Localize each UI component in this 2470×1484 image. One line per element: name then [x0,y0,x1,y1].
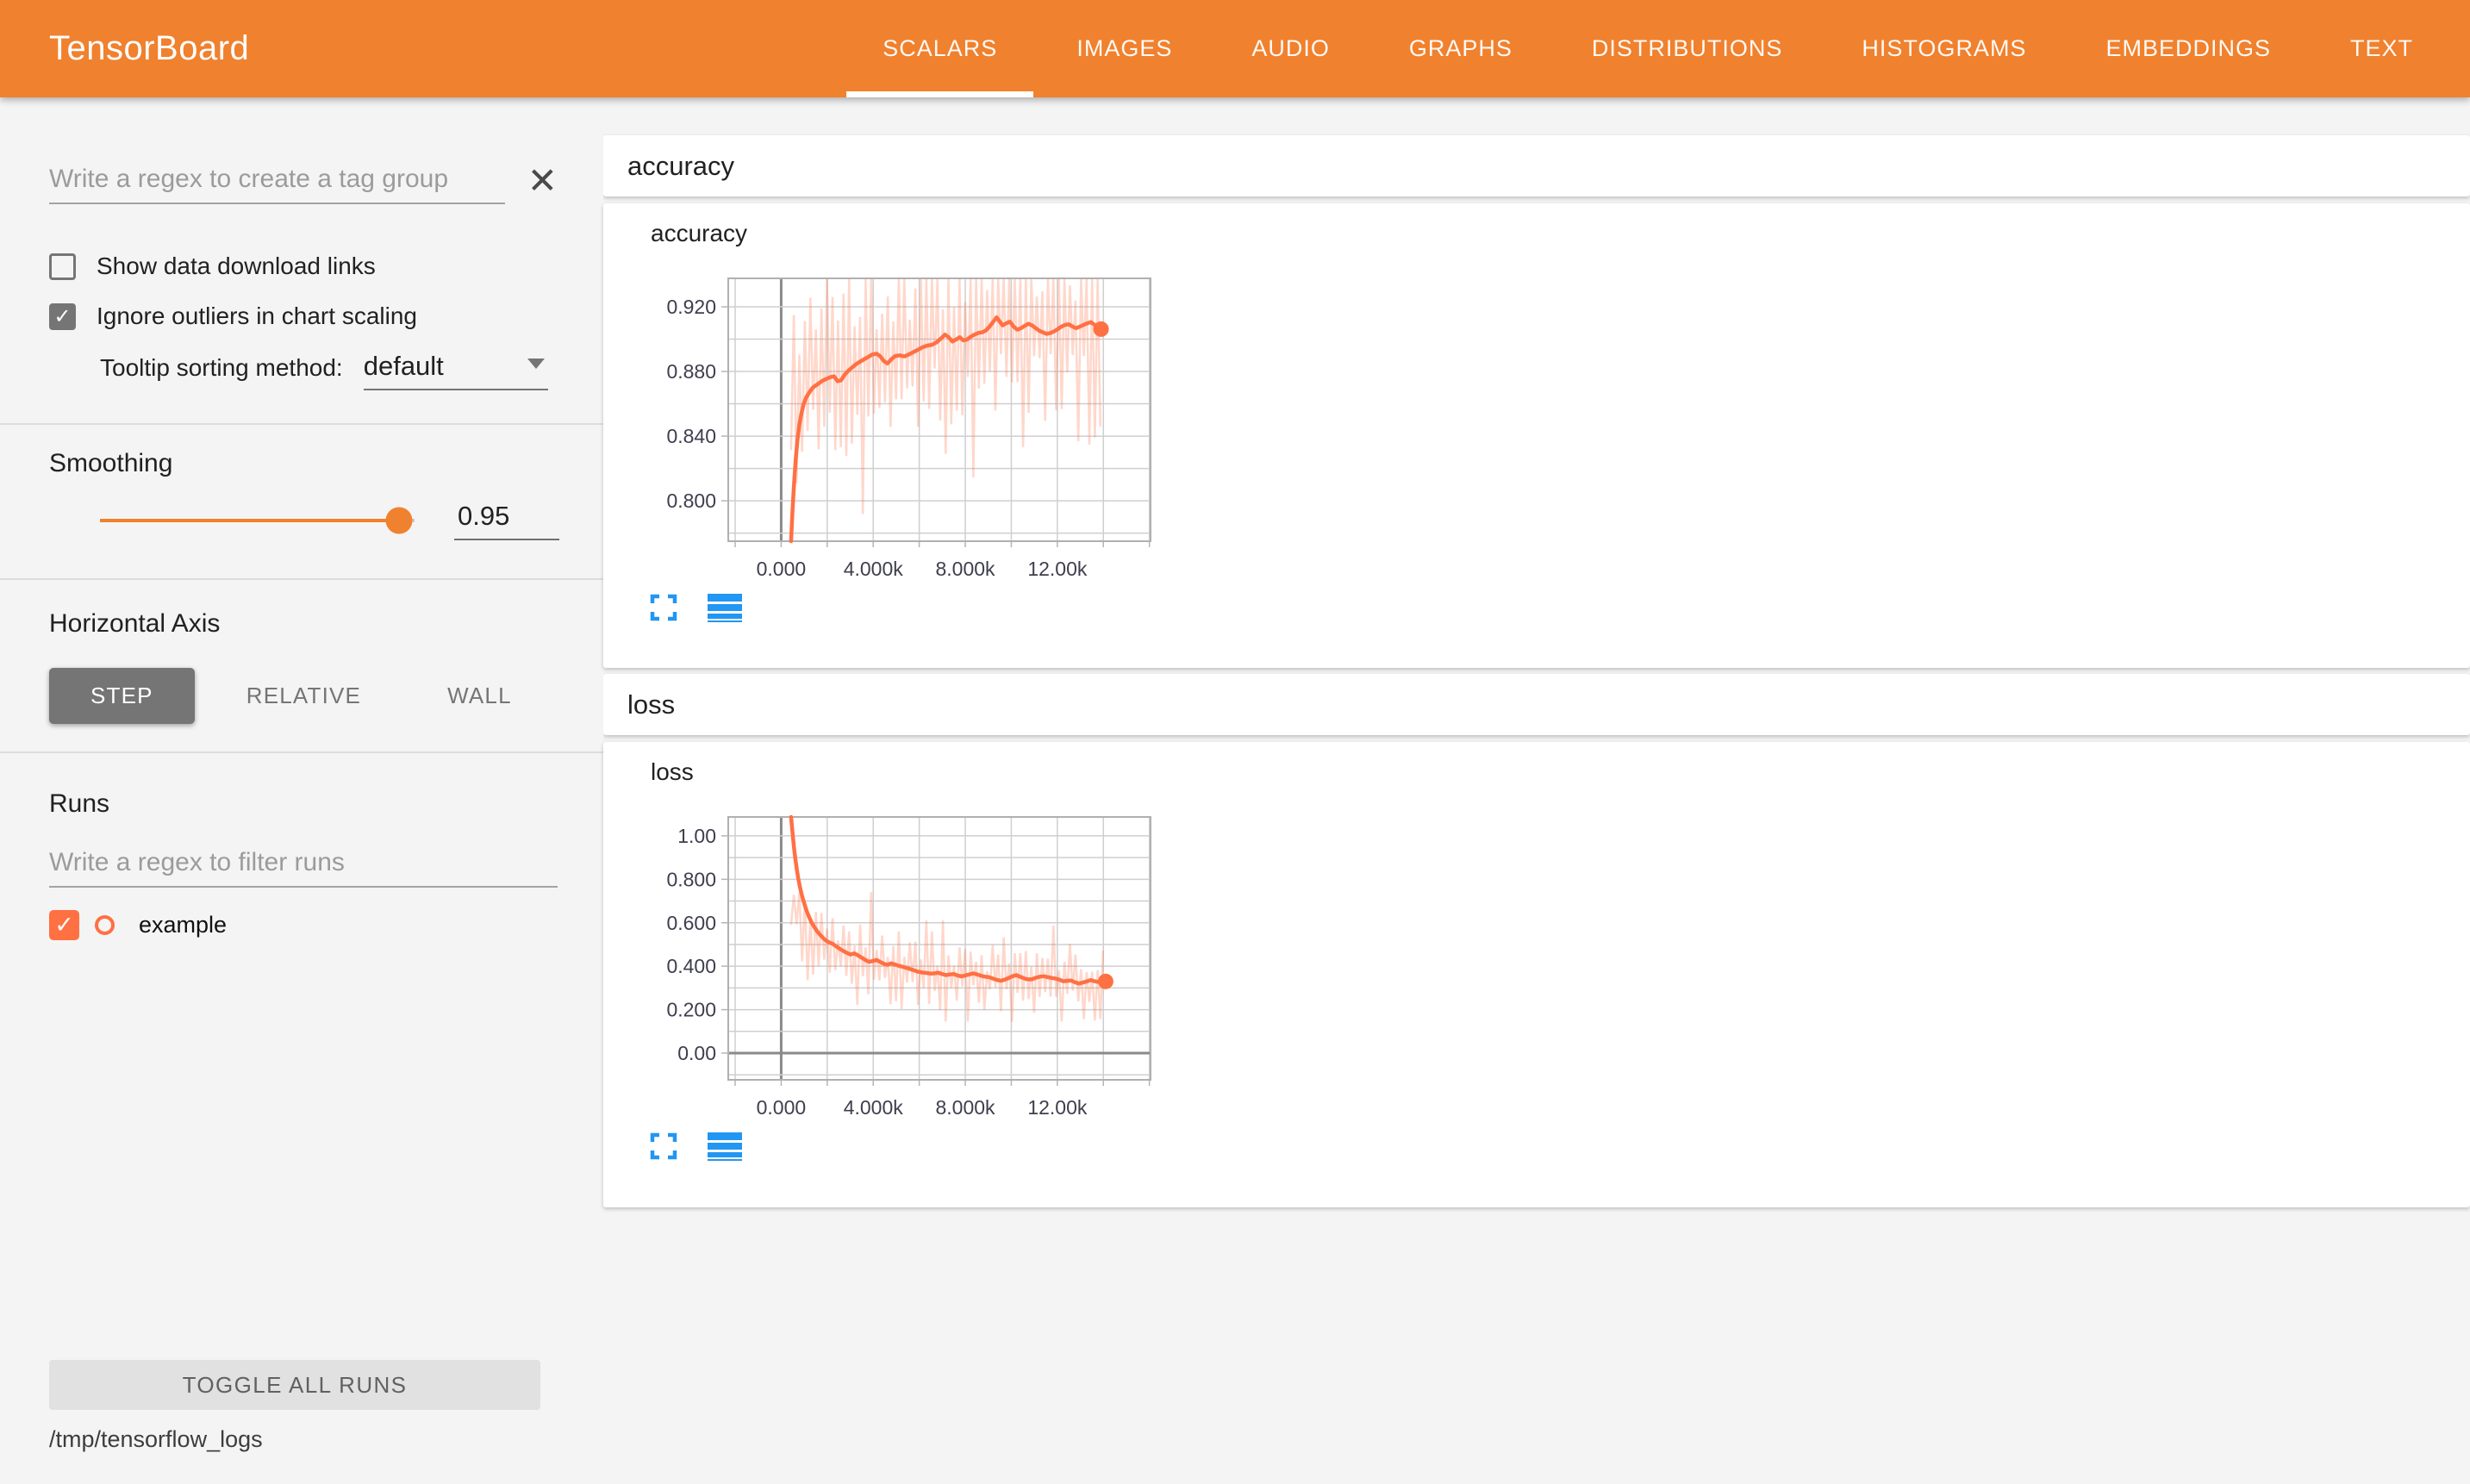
tab-audio[interactable]: AUDIO [1215,0,1366,97]
svg-text:4.000k: 4.000k [844,1096,904,1119]
chart-title: loss [603,742,2470,786]
tooltip-sorting-label: Tooltip sorting method: [100,354,343,390]
show-download-links-label: Show data download links [97,253,376,280]
nav-tabs: SCALARS IMAGES AUDIO GRAPHS DISTRIBUTION… [846,0,2470,97]
horizontal-axis-step-button[interactable]: STEP [49,668,195,724]
divider [0,751,603,753]
ignore-outliers-row[interactable]: ✓ Ignore outliers in chart scaling [49,302,558,330]
svg-text:0.800: 0.800 [666,868,716,890]
tab-text[interactable]: TEXT [2314,0,2449,97]
tab-images[interactable]: IMAGES [1040,0,1208,97]
expand-chart-icon[interactable] [649,593,678,622]
divider [0,423,603,425]
svg-text:0.000: 0.000 [757,1096,807,1119]
data-table-icon[interactable] [708,1132,744,1161]
run-row-example[interactable]: ✓ example [49,910,558,940]
tooltip-sorting-dropdown[interactable]: default [364,351,548,390]
accuracy-chart[interactable]: 0.800 0.840 0.880 0.920 0.000 4.000k 8.000k 12.… [638,265,1189,636]
tab-histograms[interactable]: HISTOGRAMS [1825,0,2062,97]
svg-text:0.200: 0.200 [666,999,716,1021]
main-content: accuracy accuracy 0.8000.8400.8800.9200.… [603,97,2470,1484]
section-title: accuracy [627,151,734,182]
svg-text:0.920: 0.920 [666,296,716,318]
section-header-loss[interactable]: loss [603,674,2470,735]
app-title: TensorBoard [49,29,249,68]
svg-text:8.000k: 8.000k [936,558,996,580]
show-download-links-row[interactable]: Show data download links [49,253,558,280]
app-header: TensorBoard SCALARS IMAGES AUDIO GRAPHS … [0,0,2470,97]
loss-chart[interactable]: 0.00 0.200 0.400 0.600 0.800 1.00 0.000 4.000k 8… [638,804,1189,1175]
svg-text:12.00k: 12.00k [1027,558,1088,580]
svg-text:1.00: 1.00 [677,825,716,847]
section-title: loss [627,689,675,720]
log-directory-path: /tmp/tensorflow_logs [49,1426,263,1453]
data-table-icon[interactable] [708,593,744,622]
smoothing-slider-handle[interactable] [385,508,412,534]
run-color-circle [95,915,115,935]
sidebar: ✕ Show data download links ✓ Ignore outl… [0,97,603,1484]
smoothing-slider-fill [100,519,399,522]
svg-text:0.800: 0.800 [666,489,716,512]
runs-label: Runs [49,789,558,819]
tab-graphs[interactable]: GRAPHS [1373,0,1549,97]
chart-title: accuracy [603,203,2470,247]
smoothing-value-field[interactable] [454,501,559,540]
chart-card-accuracy: accuracy 0.800 0.840 0.880 0.920 0.000 4.000k… [603,203,2470,668]
run-name: example [139,912,227,938]
svg-text:0.400: 0.400 [666,955,716,977]
smoothing-slider[interactable] [100,519,415,522]
svg-text:0.840: 0.840 [666,425,716,447]
toggle-all-runs-button[interactable]: TOGGLE ALL RUNS [49,1360,540,1410]
section-header-accuracy[interactable]: accuracy [603,135,2470,196]
svg-text:8.000k: 8.000k [936,1096,996,1119]
expand-chart-icon[interactable] [649,1132,678,1161]
chevron-down-icon [527,359,545,369]
tab-scalars[interactable]: SCALARS [846,0,1033,97]
svg-text:12.00k: 12.00k [1027,1096,1088,1119]
smoothing-label: Smoothing [49,449,558,478]
svg-text:0.880: 0.880 [666,360,716,383]
tab-distributions[interactable]: DISTRIBUTIONS [1556,0,1819,97]
tab-embeddings[interactable]: EMBEDDINGS [2069,0,2307,97]
svg-text:4.000k: 4.000k [844,558,904,580]
close-icon[interactable]: ✕ [527,163,558,204]
tooltip-sorting-value: default [364,351,444,382]
ignore-outliers-label: Ignore outliers in chart scaling [97,302,417,330]
horizontal-axis-relative-button[interactable]: RELATIVE [212,668,396,724]
svg-text:0.000: 0.000 [757,558,807,580]
divider [0,578,603,580]
svg-text:0.600: 0.600 [666,912,716,934]
show-download-links-checkbox[interactable] [49,253,76,280]
run-filter-input[interactable] [49,845,558,888]
tag-filter-input[interactable] [49,161,505,204]
svg-text:0.00: 0.00 [677,1042,716,1064]
ignore-outliers-checkbox[interactable]: ✓ [49,303,76,330]
horizontal-axis-label: Horizontal Axis [49,609,558,639]
run-checkbox[interactable]: ✓ [49,910,79,940]
horizontal-axis-wall-button[interactable]: WALL [413,668,546,724]
chart-card-loss: loss 0.00 0.200 0.400 0.600 0.800 1.00 0.000 4.… [603,742,2470,1207]
